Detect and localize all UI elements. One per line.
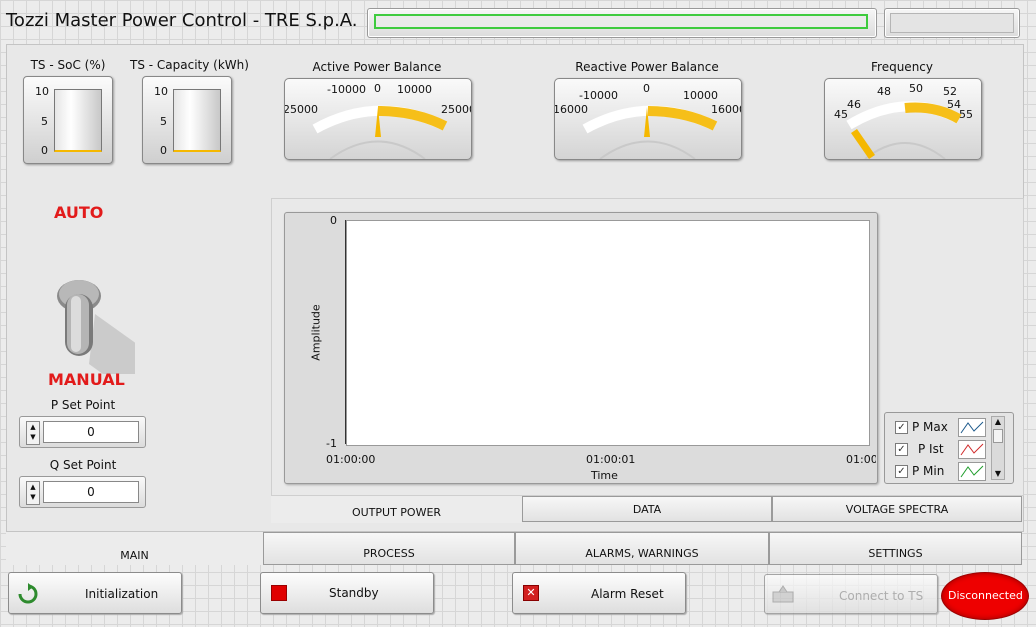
tick-label: 10 bbox=[35, 85, 49, 98]
chart-plot-area bbox=[346, 220, 870, 446]
initialization-button[interactable]: Initialization bbox=[8, 572, 182, 614]
gauge-tick-label: 55 bbox=[959, 108, 973, 121]
standby-label: Standby bbox=[329, 586, 379, 600]
ts-soc-label: TS - SoC (%) bbox=[30, 58, 106, 72]
legend-item-pmax[interactable]: ✓ P Max bbox=[893, 417, 989, 437]
connect-icon bbox=[772, 585, 794, 603]
ts-soc-tank: 10 5 0 bbox=[23, 76, 113, 164]
gauge-tick-label: 46 bbox=[847, 98, 861, 111]
x-axis-label: Time bbox=[591, 469, 618, 482]
q-setpoint-field[interactable]: 0 bbox=[43, 481, 139, 503]
frequency-label: Frequency bbox=[871, 60, 933, 74]
legend-swatch-icon bbox=[958, 418, 986, 437]
p-setpoint-field[interactable]: 0 bbox=[43, 421, 139, 443]
close-icon: ✕ bbox=[523, 585, 539, 601]
legend-label: P Max bbox=[912, 420, 948, 434]
tick-label: 10 bbox=[154, 85, 168, 98]
soc-level-glass bbox=[54, 89, 102, 152]
ts-capacity-tank: 10 5 0 bbox=[142, 76, 232, 164]
frequency-gauge: 45 46 48 50 52 54 55 bbox=[824, 78, 982, 160]
connection-status-label: Disconnected bbox=[948, 589, 1023, 602]
tab-data[interactable]: DATA bbox=[522, 496, 772, 522]
y-tick-label: -1 bbox=[326, 437, 337, 450]
connect-ts-label: Connect to TS bbox=[839, 589, 924, 603]
alarm-reset-label: Alarm Reset bbox=[591, 587, 664, 601]
p-setpoint-label: P Set Point bbox=[50, 398, 116, 412]
x-tick-label: 01:00:00 bbox=[326, 453, 376, 466]
gauge-tick-label: 25000 bbox=[441, 103, 471, 116]
alarm-reset-button[interactable]: ✕ Alarm Reset bbox=[512, 572, 686, 614]
gauge-tick-label: -10000 bbox=[327, 83, 366, 96]
q-setpoint-control: ▲ ▼ 0 bbox=[19, 476, 146, 508]
mode-toggle-switch[interactable] bbox=[55, 274, 151, 390]
scroll-thumb[interactable] bbox=[993, 429, 1003, 443]
gauge-tick-label: 16000 bbox=[711, 103, 741, 116]
chart-y-axis-line bbox=[345, 220, 346, 444]
reactive-power-label: Reactive Power Balance bbox=[575, 60, 719, 74]
y-axis-label: Amplitude bbox=[309, 304, 323, 361]
legend-item-pist[interactable]: ✓ P Ist bbox=[893, 439, 989, 459]
manual-mode-label: MANUAL bbox=[48, 370, 125, 389]
tab-output-power[interactable]: OUTPUT POWER bbox=[271, 496, 522, 523]
tick-label: 5 bbox=[160, 115, 167, 128]
gauge-tick-label: 10000 bbox=[683, 89, 718, 102]
scroll-up-icon[interactable]: ▲ bbox=[992, 417, 1004, 427]
ts-capacity-label: TS - Capacity (kWh) bbox=[130, 58, 249, 72]
tab-main[interactable]: MAIN bbox=[6, 532, 263, 565]
legend-swatch-icon bbox=[958, 462, 986, 481]
connect-ts-button[interactable]: Connect to TS bbox=[764, 574, 938, 614]
gauge-tick-label: 16000 bbox=[554, 103, 588, 116]
legend-label: P Min bbox=[912, 464, 945, 478]
gauge-tick-label: 25000 bbox=[284, 103, 318, 116]
tab-process[interactable]: PROCESS bbox=[263, 532, 515, 565]
active-power-gauge: 25000 -10000 0 10000 25000 bbox=[284, 78, 472, 160]
gauge-tick-label: 50 bbox=[909, 82, 923, 95]
gauge-tick-label: 48 bbox=[877, 85, 891, 98]
initialization-label: Initialization bbox=[85, 587, 159, 601]
p-setpoint-control: ▲ ▼ 0 bbox=[19, 416, 146, 448]
legend-checkbox[interactable]: ✓ bbox=[895, 421, 908, 434]
legend-scrollbar[interactable]: ▲ ▼ bbox=[991, 416, 1005, 480]
q-setpoint-stepper[interactable]: ▲ ▼ bbox=[26, 481, 40, 505]
gauge-tick-label: 45 bbox=[834, 108, 848, 121]
legend-checkbox[interactable]: ✓ bbox=[895, 443, 908, 456]
gauge-tick-label: 52 bbox=[943, 85, 957, 98]
progress-bar-frame bbox=[367, 8, 877, 38]
progress-bar-track bbox=[374, 14, 868, 29]
tick-label: 0 bbox=[160, 144, 167, 157]
gauge-tick-label: 0 bbox=[374, 82, 381, 95]
y-tick-label: 0 bbox=[330, 214, 337, 227]
status-indicator-box bbox=[884, 8, 1020, 38]
x-tick-label: 01:00:0 bbox=[846, 453, 876, 466]
standby-button[interactable]: Standby bbox=[260, 572, 434, 614]
reactive-power-gauge: 16000 -10000 0 10000 16000 bbox=[554, 78, 742, 160]
active-power-label: Active Power Balance bbox=[312, 60, 442, 74]
refresh-icon bbox=[18, 583, 38, 604]
x-tick-label: 01:00:01 bbox=[586, 453, 636, 466]
gauge-tick-label: 10000 bbox=[397, 83, 432, 96]
tick-label: 0 bbox=[41, 144, 48, 157]
legend-item-pmin[interactable]: ✓ P Min bbox=[893, 461, 989, 481]
connection-status-indicator: Disconnected bbox=[941, 572, 1029, 620]
stop-icon bbox=[271, 585, 287, 601]
tab-voltage-spectra[interactable]: VOLTAGE SPECTRA bbox=[772, 496, 1022, 522]
plot-legend: ✓ P Max ✓ P Ist ✓ P Min ▲ ▼ bbox=[884, 412, 1014, 484]
window-title: Tozzi Master Power Control - TRE S.p.A. bbox=[6, 10, 358, 31]
p-setpoint-stepper[interactable]: ▲ ▼ bbox=[26, 421, 40, 445]
gauge-tick-label: 0 bbox=[643, 82, 650, 95]
auto-mode-label: AUTO bbox=[54, 203, 104, 222]
tab-settings[interactable]: SETTINGS bbox=[769, 532, 1022, 565]
gauge-tick-label: -10000 bbox=[579, 89, 618, 102]
q-setpoint-label: Q Set Point bbox=[49, 458, 117, 472]
legend-swatch-icon bbox=[958, 440, 986, 459]
legend-checkbox[interactable]: ✓ bbox=[895, 465, 908, 478]
legend-label: P Ist bbox=[918, 442, 944, 456]
tab-alarms-warnings[interactable]: ALARMS, WARNINGS bbox=[515, 532, 769, 565]
tick-label: 5 bbox=[41, 115, 48, 128]
capacity-level-glass bbox=[173, 89, 221, 152]
scroll-down-icon[interactable]: ▼ bbox=[992, 469, 1004, 479]
